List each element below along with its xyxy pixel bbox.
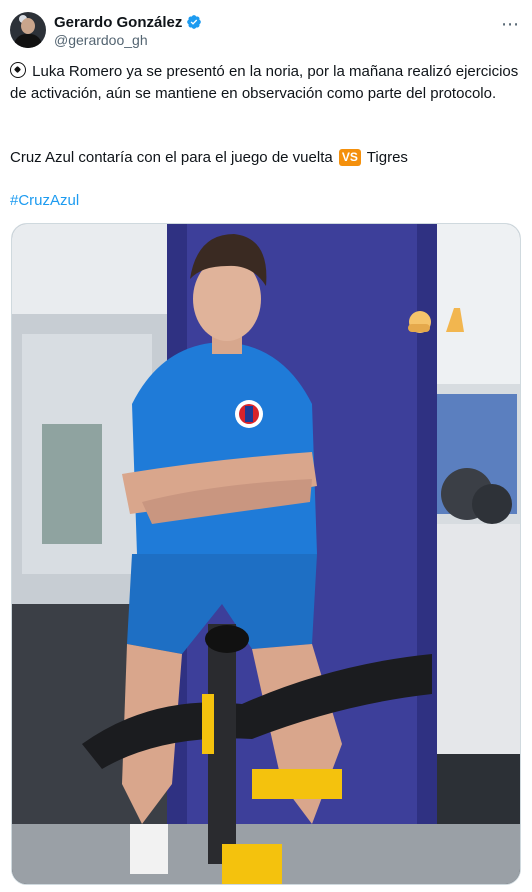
soccer-ball-icon [10,62,26,78]
display-name[interactable]: Gerardo González [54,14,182,31]
tweet-text-paragraph-1: Luka Romero ya se presentó en la noria, … [10,61,520,105]
tweet-line-2-start: Cruz Azul contaría con el para el juego … [10,149,337,166]
tweet-media-image[interactable] [11,223,521,885]
tweet-header: Gerardo González @gerardoo_gh ⋯ [10,10,522,50]
name-row[interactable]: Gerardo González [54,12,202,32]
tweet-line-2-end: Tigres [362,149,408,166]
vs-badge-icon: VS [338,149,361,166]
user-handle[interactable]: @gerardoo_gh [54,32,148,48]
media-photo [12,224,520,884]
verified-badge-icon [187,15,202,29]
hashtag-link[interactable]: #CruzAzul [10,190,520,212]
tweet-line-1: Luka Romero ya se presentó en la noria, … [10,63,519,102]
more-options-icon[interactable]: ⋯ [501,14,520,35]
tweet-text-paragraph-2: Cruz Azul contaría con el para el juego … [10,147,520,169]
avatar[interactable] [10,12,46,48]
